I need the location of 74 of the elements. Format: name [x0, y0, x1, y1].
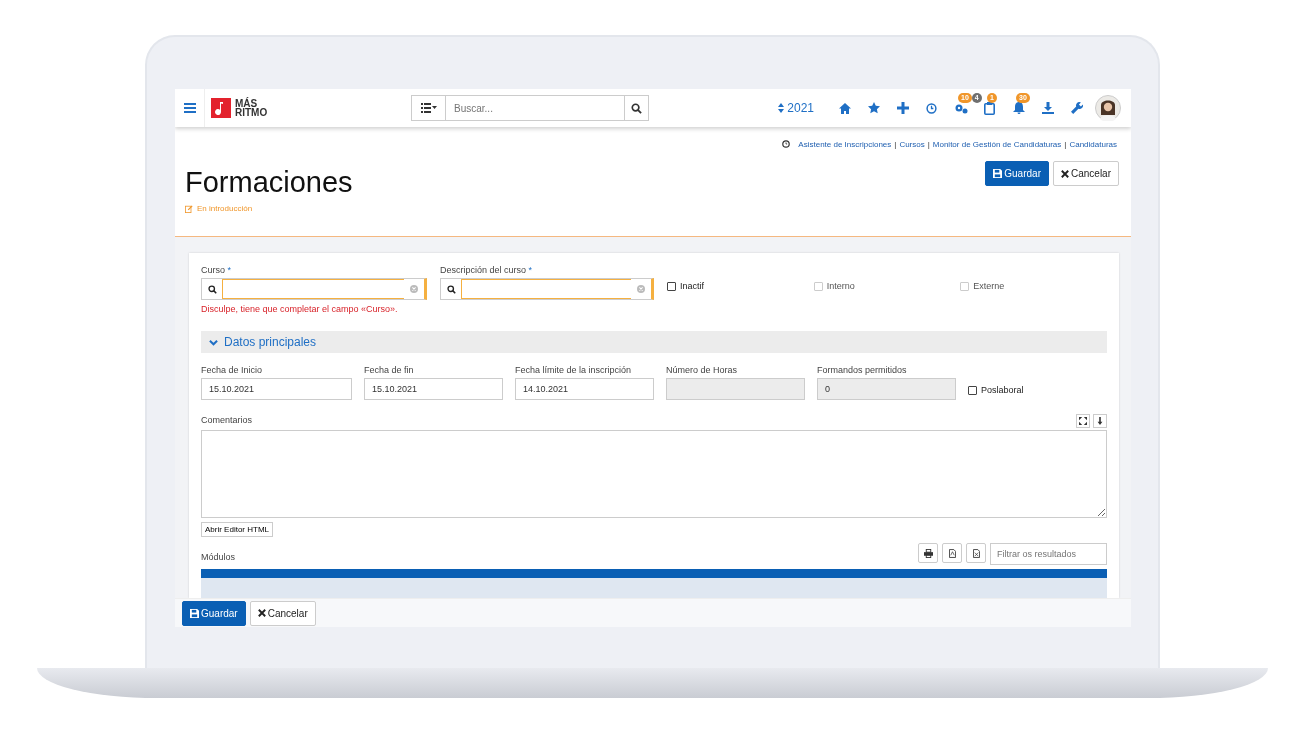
download-button[interactable] [1093, 414, 1107, 428]
file-icon [972, 548, 980, 558]
pdf-export-button[interactable] [942, 543, 962, 563]
cancel-button[interactable]: Cancelar [249, 600, 316, 626]
checkbox-label: Inactif [680, 281, 704, 291]
checkbox-label: Interno [826, 281, 855, 291]
sort-icon [778, 103, 785, 113]
music-note-icon [211, 98, 231, 118]
gears-icon[interactable] [953, 102, 968, 114]
field-label: Fecha límite de la inscripción [515, 365, 633, 377]
list-icon [420, 103, 437, 113]
arrow-down-icon [1096, 417, 1104, 425]
chevron-down-icon [209, 337, 218, 347]
field-label: Fecha de Inicio [201, 365, 264, 377]
search-icon [446, 284, 456, 294]
printer-icon [923, 548, 933, 558]
cancel-button[interactable]: Cancelar [1052, 161, 1119, 186]
section-label: Módulos [201, 552, 236, 564]
breadcrumb-separator: | [927, 139, 930, 149]
text-field[interactable]: 14.10.2021 [515, 378, 654, 400]
bell-icon[interactable] [1012, 102, 1025, 114]
avatar[interactable] [1095, 95, 1121, 121]
menu-icon[interactable] [183, 103, 196, 113]
logo-text: RITMO [235, 108, 268, 117]
lookup-field[interactable] [201, 278, 427, 300]
logo-text: MÁS [235, 99, 258, 108]
field-label: Curso * [201, 265, 233, 277]
field-label: Número de Horas [666, 365, 739, 377]
status-text: En introducción [197, 204, 253, 213]
error-message: Disculpe, tiene que completar el campo «Curso». [201, 304, 399, 314]
clock-icon[interactable] [926, 102, 937, 114]
expand-icon [1079, 417, 1087, 425]
wrench-icon[interactable] [1070, 102, 1083, 114]
breadcrumb-link[interactable]: Cursos [899, 139, 925, 149]
breadcrumb-separator: | [894, 139, 897, 149]
clipboard-icon[interactable] [984, 101, 995, 115]
search-icon [207, 284, 217, 294]
comments-field[interactable] [201, 430, 1107, 518]
search-bar[interactable]: Buscar... [411, 95, 649, 121]
file-icon [948, 548, 956, 558]
search-icon [631, 102, 642, 114]
year-selector[interactable]: 2021 [778, 101, 814, 115]
excel-export-button[interactable] [966, 543, 986, 563]
save-button[interactable]: Guardar [182, 600, 246, 626]
save-button[interactable]: Guardar [985, 161, 1049, 186]
checkbox[interactable] [968, 385, 977, 395]
text-field[interactable]: 15.10.2021 [201, 378, 352, 400]
home-icon[interactable] [838, 102, 851, 114]
print-button[interactable] [918, 543, 938, 563]
breadcrumb-link[interactable]: Asistente de Inscripciones [798, 139, 892, 149]
field-label: Comentarios [201, 415, 253, 427]
close-icon [257, 609, 266, 617]
close-icon [1060, 169, 1069, 178]
html-editor-button[interactable]: Abrir Editor HTML [201, 522, 273, 537]
section-header[interactable]: Datos principales [201, 331, 1107, 353]
checkbox[interactable] [667, 281, 676, 291]
edit-icon [185, 204, 193, 213]
breadcrumb-link[interactable]: Monitor de Gestión de Candidaturas [932, 139, 1062, 149]
download-icon[interactable] [1041, 102, 1054, 114]
lookup-field[interactable] [440, 278, 654, 300]
filter-field[interactable]: Filtrar os resultados [990, 543, 1107, 565]
clock-icon [782, 140, 791, 148]
field-label: Descripción del curso * [440, 265, 534, 277]
page-title: Formaciones [185, 166, 353, 198]
breadcrumb-separator: | [1064, 139, 1067, 149]
field-label: Formandos permitidos [817, 365, 908, 377]
expand-button[interactable] [1076, 414, 1090, 428]
checkbox-label: Poslaboral [981, 385, 1024, 395]
star-icon[interactable] [867, 102, 880, 114]
checkbox-label: Externe [973, 281, 1005, 291]
field-label: Fecha de fin [364, 365, 415, 377]
plus-icon[interactable] [896, 102, 909, 114]
breadcrumb-link[interactable]: Candidaturas [1069, 139, 1117, 149]
text-field[interactable]: 15.10.2021 [364, 378, 503, 400]
